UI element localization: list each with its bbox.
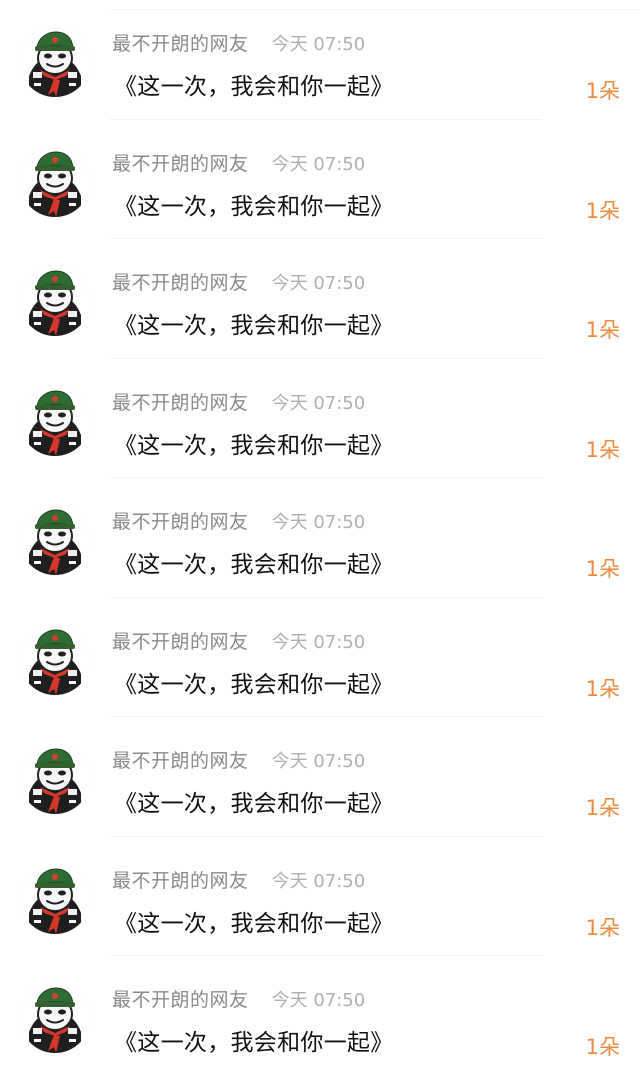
username[interactable]: 最不开朗的网友: [112, 33, 249, 55]
timestamp: 今天 07:50: [271, 153, 366, 175]
avatar[interactable]: [20, 983, 90, 1053]
panda-meme-avatar-icon: [20, 863, 90, 934]
avatar[interactable]: [20, 146, 90, 217]
message-text: 《这一次，我会和你一起》: [114, 193, 394, 220]
list-item[interactable]: 最不开朗的网友 今天 07:50 《这一次，我会和你一起》 1朵: [0, 956, 640, 1076]
panda-meme-avatar-icon: [20, 624, 90, 695]
message-text: 《这一次，我会和你一起》: [114, 313, 394, 339]
panda-meme-avatar-icon: [20, 266, 90, 336]
item-meta: 最不开朗的网友 今天 07:50: [112, 866, 365, 893]
gift-count: 1朵: [585, 318, 620, 342]
message-text: 《这一次，我会和你一起》: [114, 74, 394, 100]
item-meta: 最不开朗的网友 今天 07:50: [112, 268, 365, 295]
timestamp: 今天 07:50: [271, 751, 366, 772]
timestamp: 今天 07:50: [271, 34, 366, 55]
list-item[interactable]: 最不开朗的网友 今天 07:50 《这一次，我会和你一起》 1朵: [0, 239, 640, 359]
message-text: 《这一次，我会和你一起》: [114, 432, 394, 459]
avatar[interactable]: [20, 266, 90, 336]
gift-count: 1朵: [585, 915, 620, 940]
message-text: 《这一次，我会和你一起》: [114, 791, 394, 817]
username[interactable]: 最不开朗的网友: [112, 153, 249, 175]
item-meta: 最不开朗的网友 今天 07:50: [112, 29, 365, 56]
username[interactable]: 最不开朗的网友: [112, 750, 249, 772]
message-text: 《这一次，我会和你一起》: [114, 1030, 394, 1056]
list-item[interactable]: 最不开朗的网友 今天 07:50 《这一次，我会和你一起》 1朵: [0, 837, 640, 957]
gift-count: 1朵: [585, 557, 620, 581]
item-meta: 最不开朗的网友 今天 07:50: [112, 388, 365, 415]
username[interactable]: 最不开朗的网友: [112, 511, 249, 533]
timestamp: 今天 07:50: [271, 631, 366, 653]
message-text: 《这一次，我会和你一起》: [114, 910, 394, 937]
avatar[interactable]: [20, 624, 90, 695]
timestamp: 今天 07:50: [271, 870, 366, 892]
gift-count: 1朵: [585, 1035, 620, 1059]
avatar[interactable]: [20, 863, 90, 934]
message-text: 《这一次，我会和你一起》: [114, 671, 394, 698]
timestamp: 今天 07:50: [271, 273, 366, 294]
gift-count: 1朵: [585, 437, 620, 462]
panda-meme-avatar-icon: [20, 983, 90, 1053]
timestamp: 今天 07:50: [271, 990, 366, 1011]
username[interactable]: 最不开朗的网友: [112, 631, 249, 653]
gift-count: 1朵: [585, 796, 620, 820]
username[interactable]: 最不开朗的网友: [112, 870, 249, 892]
message-text: 《这一次，我会和你一起》: [114, 552, 394, 578]
panda-meme-avatar-icon: [20, 27, 90, 97]
avatar[interactable]: [20, 744, 90, 814]
panda-meme-avatar-icon: [20, 744, 90, 814]
list-item[interactable]: 最不开朗的网友 今天 07:50 《这一次，我会和你一起》 1朵: [0, 598, 640, 718]
gift-count: 1朵: [585, 198, 620, 223]
avatar[interactable]: [20, 505, 90, 575]
panda-meme-avatar-icon: [20, 505, 90, 575]
gift-list: 最不开朗的网友 今天 07:50 《这一次，我会和你一起》 1朵 最不开朗的网友…: [0, 0, 640, 1065]
gift-count: 1朵: [585, 79, 620, 103]
item-meta: 最不开朗的网友 今天 07:50: [112, 507, 365, 534]
item-meta: 最不开朗的网友 今天 07:50: [112, 149, 365, 176]
timestamp: 今天 07:50: [271, 512, 366, 533]
item-meta: 最不开朗的网友 今天 07:50: [112, 746, 365, 773]
timestamp: 今天 07:50: [271, 392, 366, 414]
list-item[interactable]: 最不开朗的网友 今天 07:50 《这一次，我会和你一起》 1朵: [0, 359, 640, 479]
item-meta: 最不开朗的网友 今天 07:50: [112, 985, 365, 1012]
username[interactable]: 最不开朗的网友: [112, 392, 249, 414]
gift-count: 1朵: [585, 676, 620, 701]
username[interactable]: 最不开朗的网友: [112, 989, 249, 1011]
list-item[interactable]: 最不开朗的网友 今天 07:50 《这一次，我会和你一起》 1朵: [0, 0, 640, 120]
username[interactable]: 最不开朗的网友: [112, 272, 249, 294]
list-item[interactable]: 最不开朗的网友 今天 07:50 《这一次，我会和你一起》 1朵: [0, 120, 640, 240]
avatar[interactable]: [20, 385, 90, 456]
item-meta: 最不开朗的网友 今天 07:50: [112, 627, 365, 654]
list-item[interactable]: 最不开朗的网友 今天 07:50 《这一次，我会和你一起》 1朵: [0, 717, 640, 837]
panda-meme-avatar-icon: [20, 146, 90, 217]
panda-meme-avatar-icon: [20, 385, 90, 456]
avatar[interactable]: [20, 27, 90, 97]
list-item[interactable]: 最不开朗的网友 今天 07:50 《这一次，我会和你一起》 1朵: [0, 478, 640, 598]
